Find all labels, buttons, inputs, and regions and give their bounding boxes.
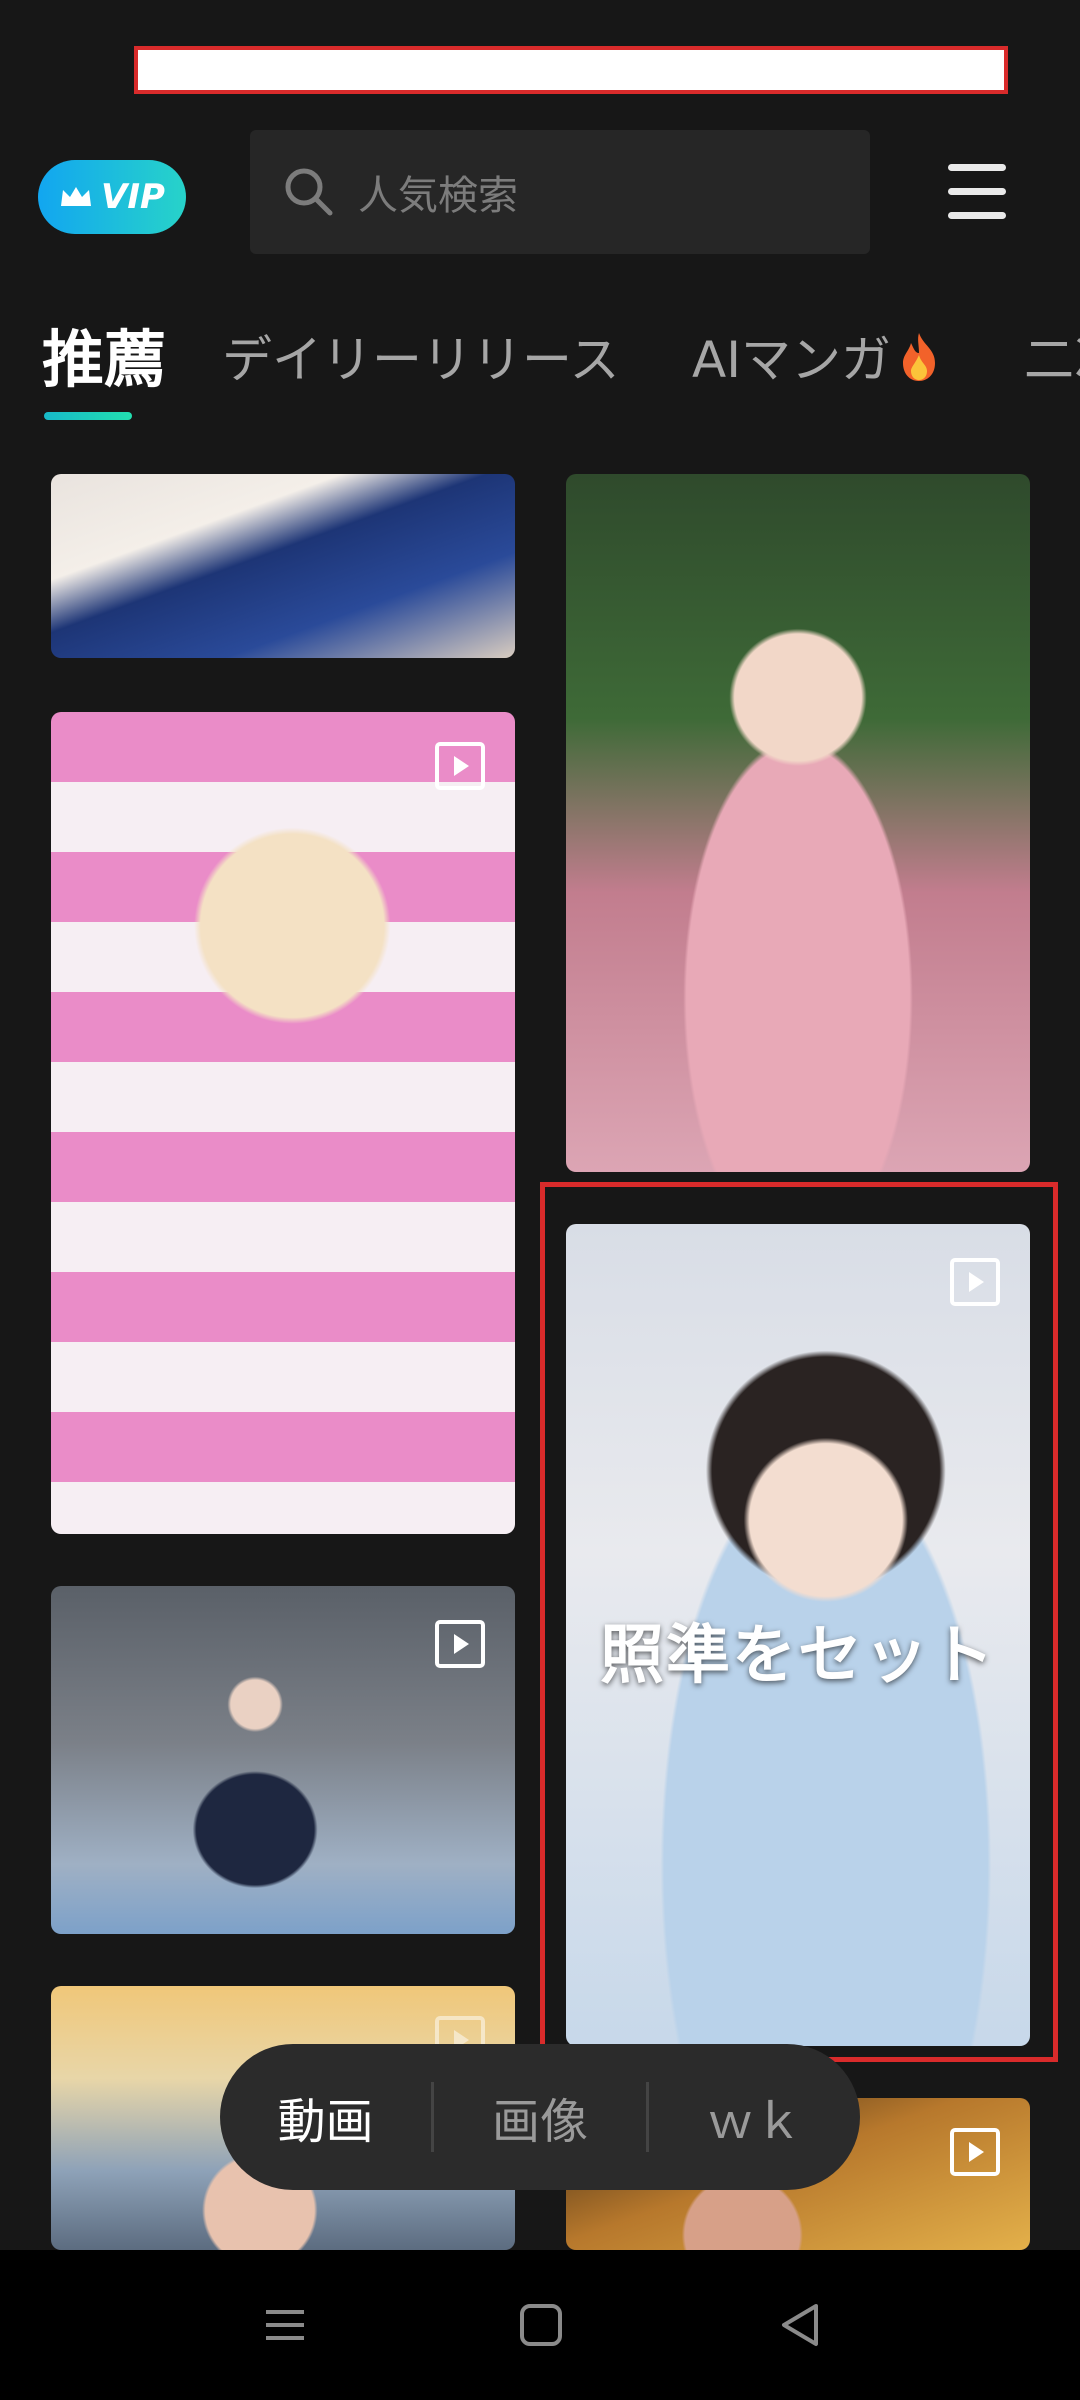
tab-recommended[interactable]: 推薦: [42, 320, 166, 400]
search-icon: [285, 168, 333, 216]
recents-icon[interactable]: [258, 2298, 312, 2352]
vip-label: VIP: [101, 177, 165, 217]
system-navigation-bar: [0, 2250, 1080, 2400]
tab-daily-release[interactable]: デイリーリリース: [222, 320, 620, 400]
search-placeholder: 人気検索: [358, 173, 518, 219]
crown-icon: [61, 187, 92, 206]
active-tab-indicator: [44, 412, 132, 420]
selected-card-highlight: [540, 1182, 1058, 2062]
feed-card-1[interactable]: [51, 474, 515, 658]
feed-card-5[interactable]: [51, 1586, 515, 1934]
vip-button[interactable]: VIP: [38, 160, 186, 234]
segment-image[interactable]: 画像: [434, 2082, 645, 2152]
tab-ai-manga[interactable]: AIマンガ: [692, 320, 941, 400]
menu-icon[interactable]: [948, 160, 1008, 224]
segment-video[interactable]: 動画: [220, 2082, 431, 2152]
video-play-icon: [950, 2128, 1000, 2176]
video-play-icon: [435, 1620, 485, 1668]
tab-secondary[interactable]: 二次: [1024, 320, 1080, 400]
segment-wk[interactable]: ｗｋ: [649, 2082, 860, 2152]
top-highlight-box: [134, 46, 1008, 94]
back-icon[interactable]: [774, 2298, 828, 2352]
video-play-icon: [435, 742, 485, 790]
media-type-switcher: 動画 画像 ｗｋ: [220, 2044, 860, 2190]
feed-card-2[interactable]: [566, 474, 1030, 1172]
category-tabs: 推薦 デイリーリリース AIマンガ 二次: [0, 320, 1080, 400]
search-bar[interactable]: 人気検索: [250, 130, 870, 254]
home-icon[interactable]: [514, 2298, 568, 2352]
fire-icon: [902, 333, 935, 381]
feed-card-3[interactable]: [51, 712, 515, 1534]
